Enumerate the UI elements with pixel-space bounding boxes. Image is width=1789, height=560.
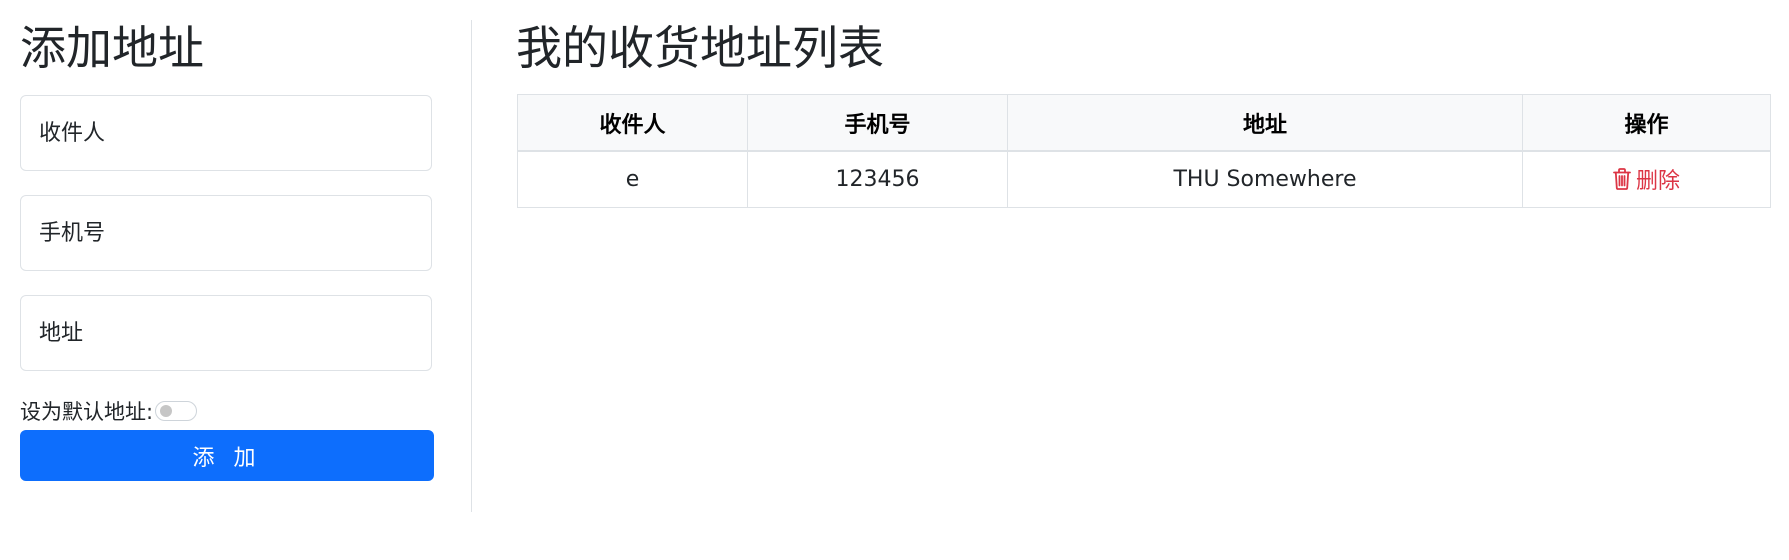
panel-divider [471,20,472,512]
add-address-title: 添加地址 [20,21,204,75]
toggle-knob [160,405,173,417]
delete-button[interactable]: 删除 [1613,163,1680,195]
cell-action: 删除 [1522,150,1771,208]
address-table: 收件人 手机号 地址 操作 e 123456 THU Somewhere 删除 [517,94,1771,208]
default-address-toggle[interactable] [155,401,198,421]
page: 添加地址 设为默认地址: 添 加 我的收货地址列表 收件人 手机号 地址 操作 [0,0,1789,560]
column-header-address: 地址 [1007,94,1523,152]
phone-input[interactable] [20,195,432,271]
address-input[interactable] [20,295,432,371]
delete-label: 删除 [1635,169,1680,194]
default-address-row: 设为默认地址: [20,396,198,426]
cell-recipient: e [517,150,748,208]
trash-icon [1613,168,1631,190]
column-header-phone: 手机号 [747,94,1008,152]
column-header-action: 操作 [1522,94,1771,152]
cell-phone: 123456 [747,150,1008,208]
table-header-row: 收件人 手机号 地址 操作 [517,94,1771,152]
recipient-input[interactable] [20,95,432,171]
column-header-recipient: 收件人 [517,94,748,152]
default-address-label: 设为默认地址: [20,400,154,424]
cell-address: THU Somewhere [1007,150,1523,208]
add-button[interactable]: 添 加 [20,430,434,481]
address-list-title: 我的收货地址列表 [516,21,884,75]
table-row: e 123456 THU Somewhere 删除 [517,150,1771,208]
